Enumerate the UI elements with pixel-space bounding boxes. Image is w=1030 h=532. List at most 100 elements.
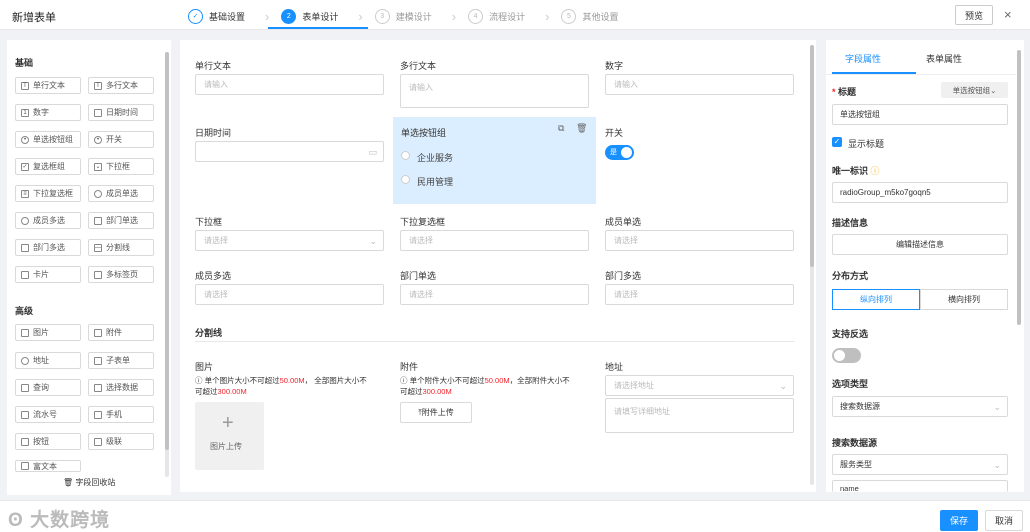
palette-item-checkbox-group[interactable]: ✓ 复选框组 (15, 158, 81, 175)
palette-item-single-text[interactable]: T 单行文本 (15, 77, 81, 94)
palette-item-radio-group[interactable]: • 单选按钮组 (15, 131, 81, 148)
radio-button[interactable] (401, 151, 410, 160)
palette-item-dropdown[interactable]: ⌄ 下拉框 (88, 158, 154, 175)
uid-input[interactable]: radioGroup_m5ko7goqn5 (832, 182, 1008, 203)
attachment-icon (94, 328, 102, 337)
edit-description-button[interactable]: 编辑描述信息 (832, 234, 1008, 255)
tab-form-properties[interactable]: 表单属性 (926, 52, 962, 65)
palette-item-multi-text[interactable]: T 多行文本 (88, 77, 154, 94)
palette-item-rich-text[interactable]: 富文本 (15, 460, 81, 472)
palette-item-phone[interactable]: 手机 (88, 406, 154, 423)
step-basic-settings[interactable]: ✓ 基础设置 (188, 7, 245, 25)
radio-button[interactable] (401, 175, 410, 184)
multi-text-input[interactable]: 请输入 (400, 74, 589, 108)
palette-item-card[interactable]: 卡片 (15, 266, 81, 283)
palette-item-query[interactable]: 查询 (15, 379, 81, 396)
preview-button[interactable]: 预览 (955, 5, 993, 25)
step-form-design[interactable]: 2 表单设计 (281, 7, 338, 25)
canvas-scrollbar[interactable] (810, 45, 814, 267)
location-icon (21, 356, 29, 365)
palette-item-dept-multi[interactable]: 部门多选 (15, 239, 81, 256)
tab-field-properties[interactable]: 字段属性 (845, 52, 881, 65)
image-size-note: ⓘ 单个图片大小不可超过50.00M， 全部图片大小不 可超过300.00M (195, 375, 390, 397)
field-recycle-bin[interactable]: 🗑 字段回收站 (63, 477, 115, 488)
plus-icon: + (222, 412, 234, 434)
upload-label: 附件上传 (421, 408, 454, 417)
note-value: 50.00M (484, 376, 510, 385)
title-input[interactable]: 单选按钮组 (832, 104, 1008, 125)
palette-item-label: 数字 (33, 108, 49, 117)
note-value: 300.00M (217, 387, 247, 396)
palette-item-dropdown-multi[interactable]: ≡ 下拉复选框 (15, 185, 81, 202)
dept-multi-select[interactable]: 请选择 (605, 284, 794, 305)
panel-scrollbar[interactable] (1017, 50, 1021, 325)
palette-item-dept-single[interactable]: 部门单选 (88, 212, 154, 229)
number-input[interactable]: 请输入 (605, 74, 794, 95)
dropdown-icon: ⌄ (94, 162, 102, 171)
palette-item-number[interactable]: 1 数字 (15, 104, 81, 121)
palette-item-image[interactable]: 图片 (15, 324, 81, 341)
palette-item-serial-number[interactable]: 流水号 (15, 406, 81, 423)
query-icon (21, 383, 29, 392)
image-upload-area[interactable]: + 图片上传 (195, 402, 264, 470)
chevron-right-icon: › (358, 8, 363, 24)
step-flow-design[interactable]: 4 流程设计 (468, 7, 525, 25)
palette-item-tabs[interactable]: 多标签页 (88, 266, 154, 283)
palette-item-button[interactable]: 按钮 (15, 433, 81, 450)
dropdown-multi-select[interactable]: 请选择 (400, 230, 589, 251)
selected-field-radio-group[interactable]: 单选按钮组 ⧉ 🗑 企业服务 民用管理 (393, 117, 596, 204)
close-icon[interactable]: × (1004, 7, 1012, 22)
palette-item-label: 手机 (106, 410, 122, 419)
step-label: 表单设计 (302, 11, 339, 22)
show-title-checkbox[interactable]: ✓ (832, 137, 842, 147)
step-model-design[interactable]: 3 建模设计 (374, 7, 432, 25)
copy-icon[interactable]: ⧉ (558, 123, 564, 134)
calendar-icon: ▭ (368, 147, 377, 157)
palette-item-cascade[interactable]: 级联 (88, 433, 154, 450)
address-detail-input[interactable]: 请填写详细地址 (605, 398, 794, 433)
field-label: 单行文本 (195, 61, 232, 71)
layout-horizontal-option[interactable]: 横向排列 (920, 289, 1008, 310)
layout-vertical-option[interactable]: 纵向排列 (832, 289, 920, 310)
single-text-input[interactable]: 请输入 (195, 74, 384, 95)
source-select[interactable]: 服务类型 ⌄ (832, 454, 1008, 475)
invert-label: 支持反选 (832, 329, 869, 339)
dropdown-select[interactable]: 请选择 ⌄ (195, 230, 384, 251)
palette-item-datetime[interactable]: 日期时间 (88, 104, 154, 121)
palette-item-divider[interactable]: — 分割线 (88, 239, 154, 256)
invert-switch[interactable] (832, 348, 861, 363)
datetime-input[interactable]: ▭ (195, 141, 384, 162)
tab-divider (826, 74, 1016, 75)
user-icon (94, 189, 102, 198)
switch-toggle[interactable]: 是 (605, 145, 634, 160)
chevron-right-icon: › (265, 8, 270, 24)
help-icon[interactable]: ⓘ (868, 166, 880, 176)
palette-item-member-single[interactable]: 成员单选 (88, 185, 154, 202)
field-type-dropdown[interactable]: 单选按钮组 ⌄ (941, 82, 1008, 98)
option-type-select[interactable]: 搜索数据源 ⌄ (832, 396, 1008, 417)
palette-item-label: 分割线 (106, 243, 130, 252)
member-multi-select[interactable]: 请选择 (195, 284, 384, 305)
textarea-icon: T (94, 81, 102, 90)
divider-line (195, 341, 795, 342)
save-button[interactable]: 保存 (940, 510, 978, 531)
palette-item-address[interactable]: 地址 (15, 352, 81, 369)
select-value: 搜索数据源 (840, 402, 880, 411)
field-label: 地址 (605, 362, 624, 372)
palette-item-label: 选择数据 (106, 383, 138, 392)
palette-item-attachment[interactable]: 附件 (88, 324, 154, 341)
name-field[interactable]: name (832, 480, 1008, 493)
palette-item-select-data[interactable]: 选择数据 (88, 379, 154, 396)
step-other-settings[interactable]: 5 其他设置 (561, 7, 618, 25)
palette-scrollbar[interactable] (165, 52, 169, 450)
address-select[interactable]: 请选择地址 ⌄ (605, 375, 794, 396)
cancel-button[interactable]: 取消 (985, 510, 1023, 531)
delete-icon[interactable]: 🗑 (576, 123, 587, 134)
palette-item-switch[interactable]: • 开关 (88, 131, 154, 148)
member-single-select[interactable]: 请选择 (605, 230, 794, 251)
radio-icon: • (21, 135, 29, 144)
palette-item-subform[interactable]: 子表单 (88, 352, 154, 369)
attachment-upload-button[interactable]: ⤒ 附件上传 (400, 402, 472, 423)
dept-single-select[interactable]: 请选择 (400, 284, 589, 305)
palette-item-member-multi[interactable]: 成员多选 (15, 212, 81, 229)
